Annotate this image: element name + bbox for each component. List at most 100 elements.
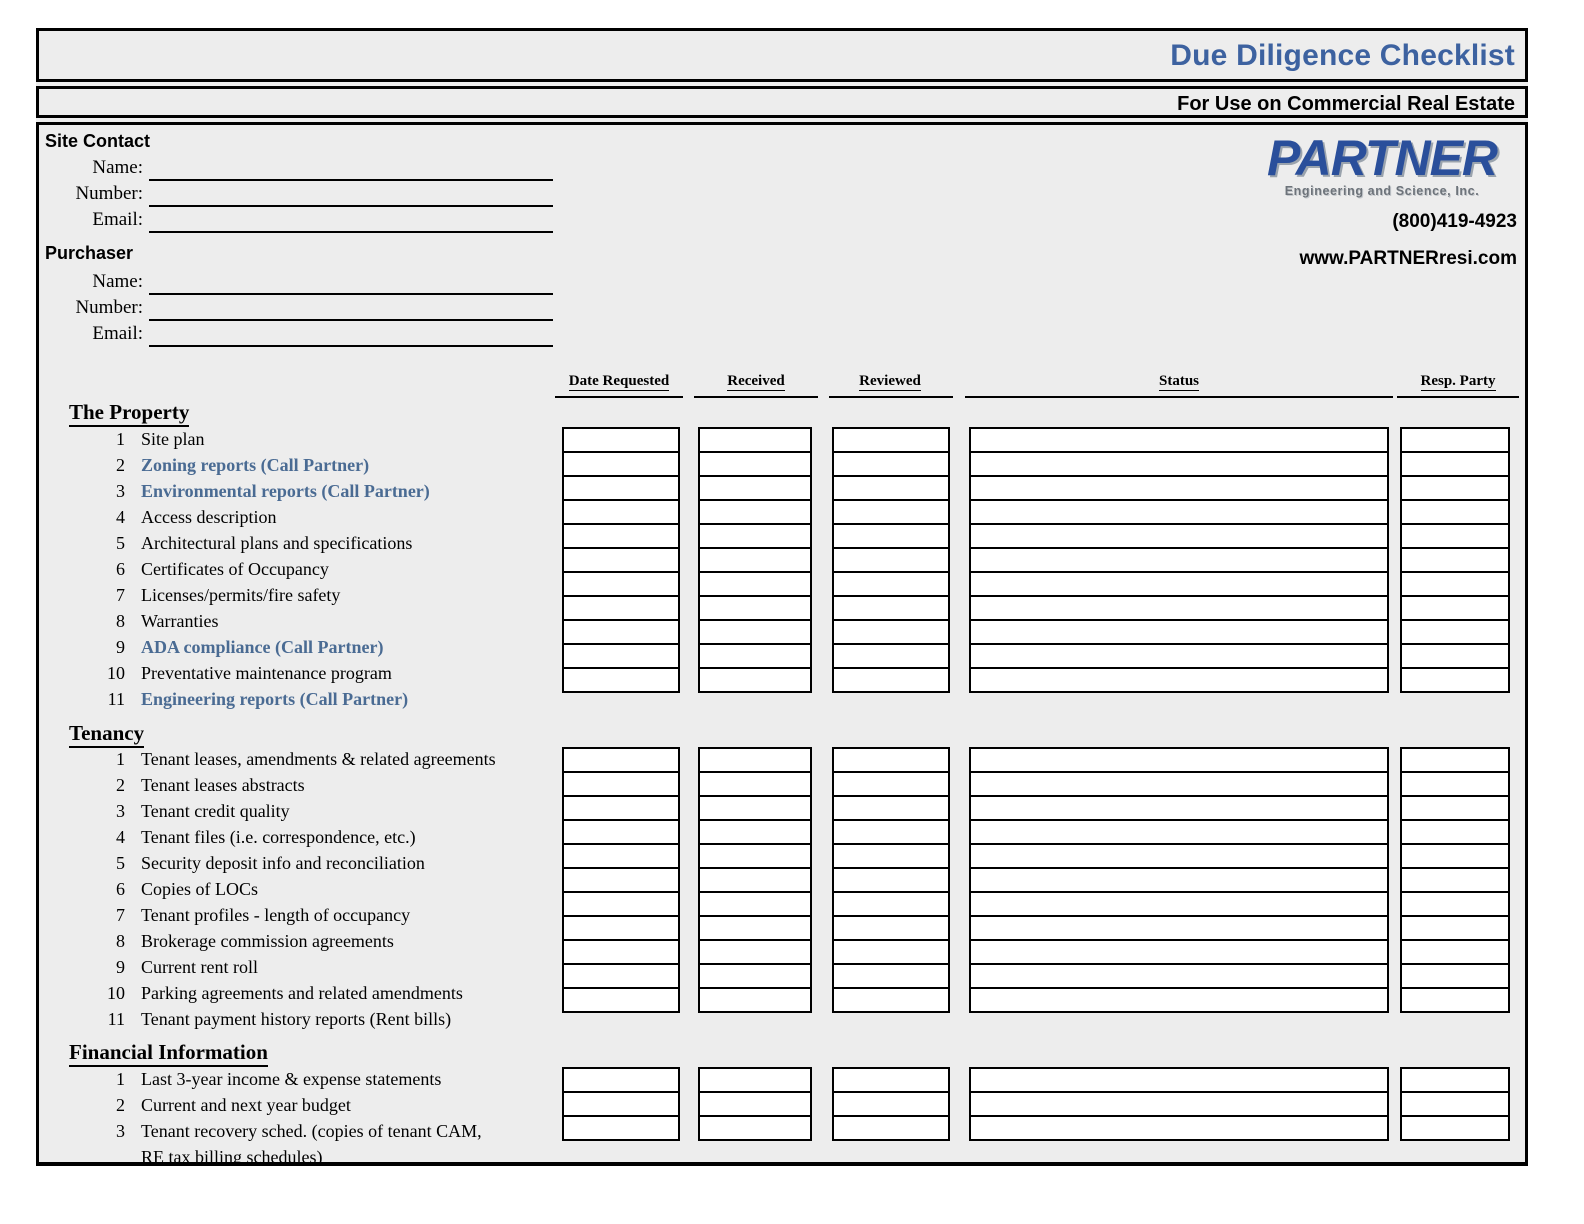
grid-cell[interactable]: [1400, 451, 1510, 477]
grid-cell[interactable]: [562, 867, 680, 893]
grid-cell[interactable]: [1400, 571, 1510, 597]
grid-cell[interactable]: [969, 1067, 1389, 1093]
grid-cell[interactable]: [562, 891, 680, 917]
grid-cell[interactable]: [832, 451, 950, 477]
grid-cell[interactable]: [969, 595, 1389, 621]
grid-cell[interactable]: [562, 595, 680, 621]
grid-cell[interactable]: [1400, 891, 1510, 917]
grid-cell[interactable]: [1400, 595, 1510, 621]
grid-cell[interactable]: [698, 427, 812, 453]
grid-cell[interactable]: [1400, 939, 1510, 965]
grid-cell[interactable]: [562, 771, 680, 797]
site-contact-email-input[interactable]: [149, 231, 553, 233]
grid-cell[interactable]: [1400, 427, 1510, 453]
grid-cell[interactable]: [698, 939, 812, 965]
grid-cell[interactable]: [832, 499, 950, 525]
grid-cell[interactable]: [698, 499, 812, 525]
grid-cell[interactable]: [969, 891, 1389, 917]
grid-cell[interactable]: [969, 795, 1389, 821]
grid-cell[interactable]: [969, 963, 1389, 989]
grid-cell[interactable]: [832, 619, 950, 645]
grid-cell[interactable]: [698, 571, 812, 597]
grid-cell[interactable]: [562, 451, 680, 477]
grid-cell[interactable]: [698, 915, 812, 941]
grid-cell[interactable]: [832, 819, 950, 845]
grid-cell[interactable]: [832, 523, 950, 549]
grid-cell[interactable]: [562, 939, 680, 965]
grid-cell[interactable]: [832, 571, 950, 597]
grid-cell[interactable]: [969, 987, 1389, 1013]
grid-cell[interactable]: [698, 1115, 812, 1141]
grid-cell[interactable]: [1400, 475, 1510, 501]
grid-cell[interactable]: [832, 595, 950, 621]
grid-cell[interactable]: [698, 475, 812, 501]
grid-cell[interactable]: [832, 843, 950, 869]
grid-cell[interactable]: [1400, 1091, 1510, 1117]
grid-cell[interactable]: [698, 1091, 812, 1117]
grid-cell[interactable]: [562, 571, 680, 597]
purchaser-email-input[interactable]: [149, 345, 553, 347]
grid-cell[interactable]: [562, 747, 680, 773]
grid-cell[interactable]: [698, 771, 812, 797]
grid-cell[interactable]: [562, 963, 680, 989]
grid-cell[interactable]: [969, 1091, 1389, 1117]
grid-cell[interactable]: [1400, 747, 1510, 773]
grid-cell[interactable]: [1400, 1067, 1510, 1093]
grid-cell[interactable]: [832, 915, 950, 941]
grid-cell[interactable]: [969, 643, 1389, 669]
grid-cell[interactable]: [562, 523, 680, 549]
grid-cell[interactable]: [698, 451, 812, 477]
grid-cell[interactable]: [698, 667, 812, 693]
grid-cell[interactable]: [969, 475, 1389, 501]
site-contact-name-input[interactable]: [149, 179, 553, 181]
grid-cell[interactable]: [562, 667, 680, 693]
grid-cell[interactable]: [1400, 1115, 1510, 1141]
grid-cell[interactable]: [832, 987, 950, 1013]
grid-cell[interactable]: [562, 1067, 680, 1093]
grid-cell[interactable]: [969, 843, 1389, 869]
grid-cell[interactable]: [1400, 643, 1510, 669]
grid-cell[interactable]: [1400, 915, 1510, 941]
grid-cell[interactable]: [1400, 619, 1510, 645]
grid-cell[interactable]: [698, 963, 812, 989]
grid-cell[interactable]: [698, 747, 812, 773]
grid-cell[interactable]: [832, 795, 950, 821]
grid-cell[interactable]: [562, 475, 680, 501]
grid-cell[interactable]: [698, 867, 812, 893]
grid-cell[interactable]: [1400, 523, 1510, 549]
grid-cell[interactable]: [969, 523, 1389, 549]
grid-cell[interactable]: [969, 867, 1389, 893]
grid-cell[interactable]: [562, 1115, 680, 1141]
grid-cell[interactable]: [1400, 987, 1510, 1013]
grid-cell[interactable]: [969, 771, 1389, 797]
grid-cell[interactable]: [1400, 795, 1510, 821]
grid-cell[interactable]: [832, 667, 950, 693]
grid-cell[interactable]: [1400, 963, 1510, 989]
grid-cell[interactable]: [698, 819, 812, 845]
grid-cell[interactable]: [1400, 843, 1510, 869]
grid-cell[interactable]: [969, 547, 1389, 573]
grid-cell[interactable]: [698, 595, 812, 621]
grid-cell[interactable]: [969, 427, 1389, 453]
grid-cell[interactable]: [969, 1115, 1389, 1141]
grid-cell[interactable]: [698, 619, 812, 645]
grid-cell[interactable]: [832, 547, 950, 573]
grid-cell[interactable]: [832, 891, 950, 917]
grid-cell[interactable]: [832, 939, 950, 965]
grid-cell[interactable]: [832, 747, 950, 773]
site-contact-number-input[interactable]: [149, 205, 553, 207]
grid-cell[interactable]: [698, 843, 812, 869]
grid-cell[interactable]: [698, 987, 812, 1013]
grid-cell[interactable]: [969, 915, 1389, 941]
grid-cell[interactable]: [1400, 547, 1510, 573]
grid-cell[interactable]: [698, 523, 812, 549]
grid-cell[interactable]: [1400, 867, 1510, 893]
grid-cell[interactable]: [832, 1091, 950, 1117]
grid-cell[interactable]: [969, 499, 1389, 525]
grid-cell[interactable]: [832, 771, 950, 797]
grid-cell[interactable]: [1400, 667, 1510, 693]
grid-cell[interactable]: [969, 571, 1389, 597]
grid-cell[interactable]: [969, 667, 1389, 693]
grid-cell[interactable]: [969, 819, 1389, 845]
grid-cell[interactable]: [562, 819, 680, 845]
